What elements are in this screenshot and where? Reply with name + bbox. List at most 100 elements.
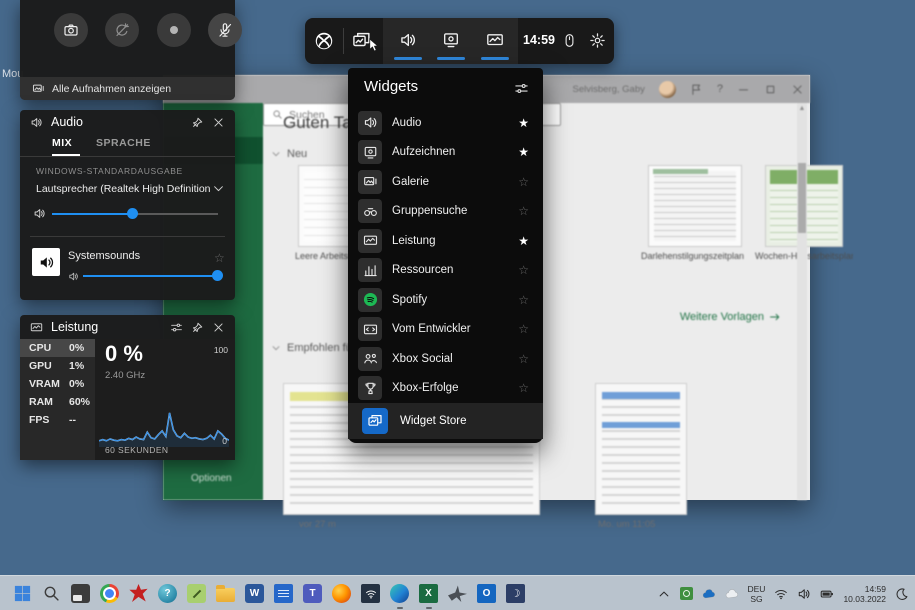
paint-splat-app[interactable] (124, 576, 153, 610)
section-new[interactable]: Neu (271, 148, 307, 160)
scrollbar-up-arrow[interactable]: ▲ (797, 105, 807, 112)
widget-menu-item[interactable]: Gruppensuche (348, 197, 543, 227)
night-app[interactable]: ☽ (501, 576, 530, 610)
favorite-star-icon[interactable] (518, 114, 529, 132)
close-button[interactable] (791, 83, 804, 96)
recent-document-card[interactable] (595, 383, 687, 515)
tab-mix[interactable]: MIX (52, 137, 72, 149)
systemsounds-volume-slider[interactable] (83, 270, 221, 282)
editor-app[interactable] (182, 576, 211, 610)
cloud-sync-icon[interactable] (725, 587, 739, 601)
widget-menu-item[interactable]: Audio (348, 108, 543, 138)
favorite-star-icon[interactable] (518, 202, 529, 220)
menu-options-icon[interactable] (514, 81, 529, 96)
pin-icon[interactable] (191, 321, 204, 334)
slider-thumb[interactable] (212, 270, 223, 281)
metric-row[interactable]: FPS -- (20, 411, 95, 429)
template-loan-schedule[interactable] (648, 165, 742, 247)
close-icon[interactable] (212, 321, 225, 334)
teams-app[interactable]: T (298, 576, 327, 610)
spotify (363, 292, 378, 307)
wifi-icon[interactable] (774, 587, 788, 601)
outlook-app[interactable]: O (472, 576, 501, 610)
quiz-app[interactable]: ? (153, 576, 182, 610)
account-name[interactable]: Selvisberg, Gaby (573, 84, 645, 95)
scrollbar[interactable]: ▲ (797, 103, 807, 500)
widget-menu-item[interactable]: Leistung (348, 226, 543, 256)
battery-icon[interactable] (820, 587, 834, 601)
close-icon[interactable] (212, 116, 225, 129)
search-button[interactable] (37, 576, 66, 610)
record-dot-icon (166, 22, 182, 38)
show-all-captures-button[interactable]: Alle Aufnahmen anzeigen (20, 77, 235, 100)
master-volume-slider[interactable] (52, 208, 218, 220)
metric-row[interactable]: VRAM 0% (20, 375, 95, 393)
metric-row[interactable]: RAM 60% (20, 393, 95, 411)
onedrive-icon[interactable] (702, 587, 716, 601)
gear-icon[interactable] (589, 32, 606, 49)
bird-app[interactable] (443, 576, 472, 610)
template-label[interactable]: Darlehenstilgungszeitplan (641, 251, 745, 261)
favorite-star-icon[interactable] (518, 232, 529, 250)
help-icon[interactable]: ? (717, 83, 723, 95)
favorite-star-icon[interactable] (518, 350, 529, 368)
widget-menu-item[interactable]: Xbox Social (348, 344, 543, 374)
favorite-star-icon[interactable] (518, 320, 529, 338)
slider-thumb[interactable] (127, 208, 138, 219)
record-button[interactable] (157, 13, 191, 47)
firefox-app[interactable] (327, 576, 356, 610)
language-indicator[interactable]: DEU SG (748, 584, 766, 604)
toolbar-toggle-group (383, 18, 518, 64)
xbox-home-button[interactable] (314, 31, 334, 51)
widget-menu-item[interactable]: Galerie (348, 167, 543, 197)
performance-widget-toggle[interactable] (486, 31, 504, 49)
more-templates-link[interactable]: Weitere Vorlagen (680, 311, 781, 323)
audio-widget-toggle[interactable] (399, 31, 417, 49)
task-view-button[interactable] (66, 576, 95, 610)
microphone-button[interactable] (208, 13, 242, 47)
cast-app[interactable] (356, 576, 385, 610)
edge-app[interactable] (385, 576, 414, 610)
widget-menu-item[interactable]: Vom Entwickler (348, 315, 543, 345)
scrollbar-thumb[interactable] (798, 163, 806, 233)
favorite-star-icon[interactable] (518, 143, 529, 161)
favorite-star-icon[interactable] (214, 249, 225, 267)
file-explorer[interactable] (211, 576, 240, 610)
record-last-button[interactable] (105, 13, 139, 47)
favorite-star-icon[interactable] (518, 261, 529, 279)
feedback-icon[interactable] (690, 83, 703, 96)
gallery-icon (32, 82, 45, 95)
options-sliders-icon[interactable] (170, 321, 183, 334)
widget-menu-item[interactable]: Ressourcen (348, 256, 543, 286)
metric-row[interactable]: CPU 0% (20, 339, 95, 357)
avatar[interactable] (659, 81, 676, 98)
widget-menu-item[interactable]: Xbox-Erfolge (348, 374, 543, 404)
volume-icon[interactable] (797, 587, 811, 601)
word-app[interactable]: W (240, 576, 269, 610)
focus-assist-moon-icon[interactable] (895, 587, 909, 601)
tray-clock[interactable]: 14:59 10.03.2022 (843, 584, 886, 604)
chrome-app[interactable] (95, 576, 124, 610)
maximize-button[interactable] (764, 83, 777, 96)
tray-overflow-button[interactable] (657, 587, 671, 601)
capture-widget-toggle[interactable] (442, 31, 460, 49)
tab-sprache[interactable]: SPRACHE (96, 137, 151, 149)
recent-document-meta: Mo. um 11:05 (598, 519, 655, 530)
notes-app[interactable] (269, 576, 298, 610)
output-device-select[interactable]: Lautsprecher (Realtek High Definition A.… (36, 182, 232, 195)
pin-icon[interactable] (191, 116, 204, 129)
favorite-star-icon[interactable] (518, 291, 529, 309)
widget-menu-item[interactable]: Aufzeichnen (348, 138, 543, 168)
minimize-button[interactable] (737, 83, 750, 96)
favorite-star-icon[interactable] (518, 379, 529, 397)
screenshot-button[interactable] (54, 13, 88, 47)
widget-store-item[interactable]: Widget Store (348, 403, 543, 439)
mouse-settings-icon[interactable] (562, 32, 577, 49)
widget-menu-item[interactable]: Spotify (348, 285, 543, 315)
metric-row[interactable]: GPU 1% (20, 357, 95, 375)
start-button[interactable] (8, 576, 37, 610)
excel-app[interactable]: X (414, 576, 443, 610)
favorite-star-icon[interactable] (518, 173, 529, 191)
gpu-settings-icon[interactable] (680, 587, 693, 600)
sidebar-item-options[interactable]: Optionen (191, 473, 232, 484)
